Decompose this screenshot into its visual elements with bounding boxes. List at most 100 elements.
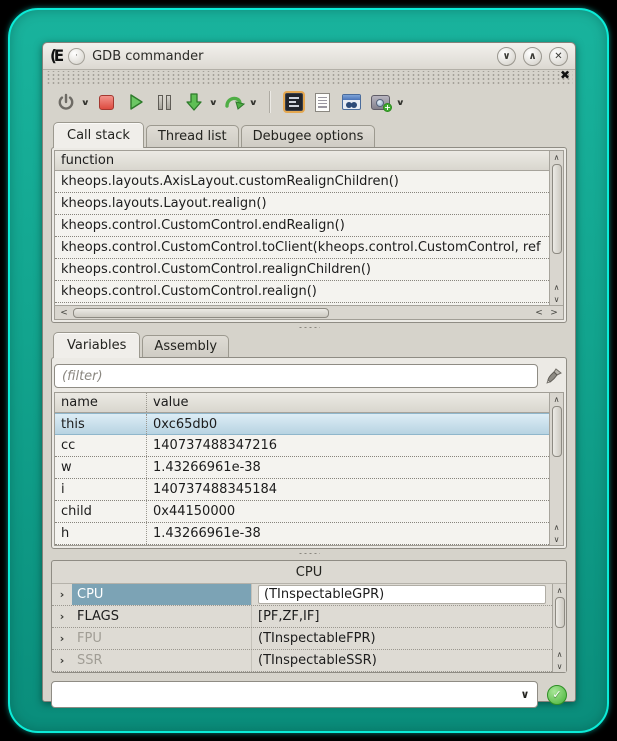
hscroll-thumb[interactable]: [73, 308, 329, 318]
stack-frame-row[interactable]: kheops.control.CustomControl.realignChil…: [55, 259, 549, 281]
scroll-down-icon[interactable]: ∨: [554, 533, 560, 545]
dock-close-button[interactable]: ✖: [560, 68, 570, 82]
gdb-command-input[interactable]: [52, 687, 513, 702]
step-over-button[interactable]: [223, 91, 245, 113]
variables-vscrollbar[interactable]: ∧ ∧ ∨: [549, 393, 563, 545]
screenshot-stage: (E · GDB commander ∨ ∧ ✕ ✖ ∨: [0, 0, 617, 741]
scroll-up-icon[interactable]: ∧: [554, 393, 560, 405]
continue-button[interactable]: [125, 91, 147, 113]
pause-icon: [158, 95, 171, 110]
stack-frame-row[interactable]: kheops.control.CustomControl.toClient(kh…: [55, 237, 549, 259]
power-icon: [57, 93, 75, 111]
check-icon: ✓: [552, 688, 561, 701]
tab-variables[interactable]: Variables: [53, 332, 140, 358]
curved-arrow-icon: [224, 93, 245, 111]
variables-header[interactable]: name value: [55, 393, 549, 413]
scroll-up-icon[interactable]: ∧: [557, 584, 563, 596]
scroll-up-icon[interactable]: ∧: [554, 281, 560, 293]
panel-splitter[interactable]: [51, 549, 567, 558]
inspector-add-icon: +: [371, 95, 390, 110]
dock-content: Call stack Thread list Debugee options f…: [43, 120, 575, 717]
step-in-dropdown-chevron[interactable]: ∨: [208, 98, 217, 107]
variable-row-cc[interactable]: cc 140737488347216: [55, 435, 549, 457]
column-function: function: [61, 153, 114, 168]
inspector-dropdown-chevron[interactable]: ∨: [395, 98, 404, 107]
flags-register-row[interactable]: › FLAGS [PF,ZF,IF]: [52, 606, 552, 628]
play-icon: [127, 93, 145, 111]
expand-arrow-icon[interactable]: ›: [52, 650, 72, 671]
cpu-vscrollbar[interactable]: ∧ ∧ ∨: [552, 584, 566, 672]
stack-frame-row[interactable]: kheops.control.CustomControl.realign(): [55, 281, 549, 303]
scroll-up-icon[interactable]: ∧: [554, 151, 560, 163]
stack-frame-row[interactable]: kheops.layouts.Layout.realign(): [55, 193, 549, 215]
variable-row-this[interactable]: this 0xc65db0: [55, 413, 549, 435]
vscroll-thumb[interactable]: [552, 406, 562, 457]
stop-icon: [99, 95, 114, 110]
scroll-down-icon[interactable]: ∨: [557, 660, 563, 672]
variables-panel: name value this 0xc65db0 cc 140737488347…: [51, 357, 567, 549]
dock-drag-handle[interactable]: ✖: [45, 71, 573, 84]
call-stack-panel: function kheops.layouts.AxisLayout.custo…: [51, 147, 567, 323]
variables-tabbar: Variables Assembly: [51, 332, 567, 357]
column-value: value: [153, 395, 189, 410]
filter-input[interactable]: [54, 364, 538, 388]
power-button[interactable]: [55, 91, 77, 113]
scroll-up-icon[interactable]: ∧: [557, 648, 563, 660]
variable-row-h[interactable]: h 1.43266961e-38: [55, 523, 549, 545]
scroll-down-icon[interactable]: ∨: [554, 293, 560, 305]
power-dropdown-chevron[interactable]: ∨: [81, 98, 90, 107]
call-stack-vscrollbar[interactable]: ∧ ∧ ∨: [549, 151, 563, 305]
shade-button[interactable]: ∨: [497, 47, 516, 66]
chevron-down-icon[interactable]: ∨: [513, 688, 537, 701]
stack-frame-row[interactable]: kheops.layouts.AxisLayout.customRealignC…: [55, 171, 549, 193]
scroll-left-icon[interactable]: <: [58, 308, 70, 318]
variable-row-child[interactable]: child 0x44150000: [55, 501, 549, 523]
expand-arrow-icon[interactable]: ›: [52, 584, 72, 605]
variable-row-w[interactable]: w 1.43266961e-38: [55, 457, 549, 479]
app-logo-icon: (E: [50, 47, 61, 66]
watch-binoculars-icon: [342, 94, 361, 110]
vscroll-thumb[interactable]: [552, 164, 562, 254]
fpu-register-row[interactable]: › FPU (TInspectableFPR): [52, 628, 552, 650]
scroll-up-icon[interactable]: ∧: [554, 521, 560, 533]
tab-thread-list[interactable]: Thread list: [146, 125, 239, 147]
stop-button[interactable]: [96, 91, 118, 113]
cpu-register-row[interactable]: › CPU (TInspectableGPR): [52, 584, 552, 606]
send-command-button[interactable]: ✓: [547, 685, 567, 705]
filter-row: [54, 364, 564, 388]
call-stack-hscrollbar[interactable]: < < >: [55, 305, 563, 319]
cpu-group-title: CPU: [52, 561, 566, 583]
scroll-left-icon[interactable]: <: [533, 308, 545, 318]
vscroll-thumb[interactable]: [555, 597, 565, 628]
expand-arrow-icon[interactable]: ›: [52, 606, 72, 627]
clear-filter-brush-icon[interactable]: [544, 366, 564, 386]
gdb-command-combobox[interactable]: ∨: [51, 681, 538, 708]
dock-pin-button[interactable]: ·: [68, 48, 85, 65]
step-in-button[interactable]: [183, 91, 205, 113]
expand-arrow-icon[interactable]: ›: [52, 628, 72, 649]
add-inspector-button[interactable]: +: [370, 91, 392, 113]
panel-splitter[interactable]: [51, 323, 567, 332]
disassembly-view-button[interactable]: [312, 91, 334, 113]
scroll-right-icon[interactable]: >: [548, 308, 560, 318]
tab-call-stack[interactable]: Call stack: [53, 122, 144, 148]
call-stack-header[interactable]: function: [55, 151, 549, 171]
chevron-down-icon: ∨: [502, 51, 510, 62]
pause-button[interactable]: [154, 91, 176, 113]
chevron-up-icon: ∧: [528, 51, 536, 62]
ssr-register-row[interactable]: › SSR (TInspectableSSR): [52, 650, 552, 672]
watch-window-button[interactable]: [341, 91, 363, 113]
close-button[interactable]: ✕: [549, 47, 568, 66]
close-icon: ✖: [560, 68, 570, 82]
step-over-dropdown-chevron[interactable]: ∨: [249, 98, 258, 107]
titlebar[interactable]: (E · GDB commander ∨ ∧ ✕: [43, 43, 575, 70]
variable-row-i[interactable]: i 140737488345184: [55, 479, 549, 501]
cpu-value-field[interactable]: (TInspectableGPR): [258, 585, 546, 604]
pin-dot-icon: ·: [75, 51, 78, 61]
unshade-button[interactable]: ∧: [523, 47, 542, 66]
column-name: name: [61, 393, 147, 412]
tab-debugee-options[interactable]: Debugee options: [241, 125, 376, 147]
stack-frame-row[interactable]: kheops.control.CustomControl.endRealign(…: [55, 215, 549, 237]
tab-assembly[interactable]: Assembly: [142, 335, 229, 357]
registers-view-toggle[interactable]: [283, 91, 305, 113]
